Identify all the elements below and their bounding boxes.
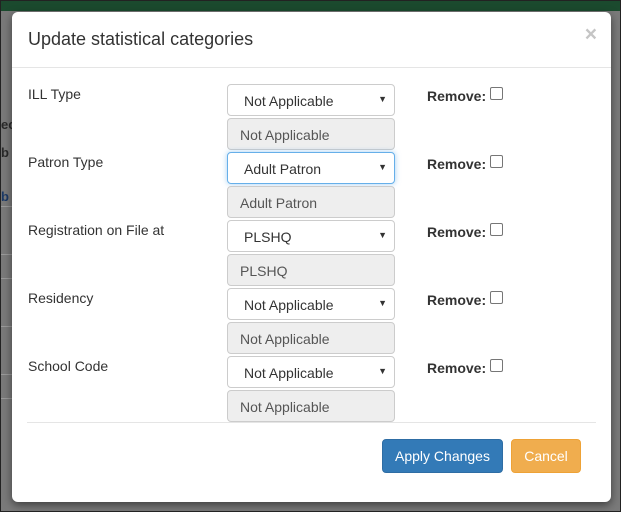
remove-checkbox[interactable] xyxy=(490,291,503,304)
select-value: PLSHQ xyxy=(244,229,292,245)
chevron-down-icon: ▼ xyxy=(378,230,387,240)
cancel-button[interactable]: Cancel xyxy=(511,439,581,473)
current-value-field: Not Applicable xyxy=(227,390,395,422)
stat-cat-select[interactable]: Adult Patron ▼ xyxy=(227,152,395,184)
chevron-down-icon: ▼ xyxy=(378,162,387,172)
current-value: PLSHQ xyxy=(240,263,288,279)
current-value: Not Applicable xyxy=(240,331,330,347)
apply-changes-button[interactable]: Apply Changes xyxy=(382,439,503,473)
stat-cat-row: Registration on File at PLSHQ ▼ PLSHQ Re… xyxy=(12,220,611,288)
stat-cat-label: School Code xyxy=(28,358,109,374)
remove-checkbox[interactable] xyxy=(490,87,503,100)
update-stat-cats-modal: Update statistical categories × ILL Type… xyxy=(12,12,611,502)
chevron-down-icon: ▼ xyxy=(378,366,387,376)
stat-cat-row: Residency Not Applicable ▼ Not Applicabl… xyxy=(12,288,611,356)
stat-cat-row: School Code Not Applicable ▼ Not Applica… xyxy=(12,356,611,424)
stat-cat-select[interactable]: Not Applicable ▼ xyxy=(227,288,395,320)
remove-label: Remove: xyxy=(427,360,487,376)
select-value: Not Applicable xyxy=(244,365,334,381)
remove-label: Remove: xyxy=(427,156,487,172)
remove-checkbox[interactable] xyxy=(490,223,503,236)
remove-checkbox[interactable] xyxy=(490,359,503,372)
stat-cat-select[interactable]: PLSHQ ▼ xyxy=(227,220,395,252)
remove-label: Remove: xyxy=(427,292,487,308)
stat-cat-label: ILL Type xyxy=(28,86,81,102)
stat-cat-label: Patron Type xyxy=(28,154,104,170)
stat-cat-select[interactable]: Not Applicable ▼ xyxy=(227,84,395,116)
stat-cat-label: Registration on File at xyxy=(28,222,165,238)
current-value: Adult Patron xyxy=(240,195,318,211)
remove-label: Remove: xyxy=(427,224,487,240)
close-icon[interactable]: × xyxy=(585,24,597,45)
current-value-field: PLSHQ xyxy=(227,254,395,286)
modal-title: Update statistical categories xyxy=(28,29,254,49)
stat-cat-select[interactable]: Not Applicable ▼ xyxy=(227,356,395,388)
select-value: Not Applicable xyxy=(244,297,334,313)
chevron-down-icon: ▼ xyxy=(378,94,387,104)
select-value: Adult Patron xyxy=(244,161,322,177)
footer-divider xyxy=(27,422,596,423)
current-value: Not Applicable xyxy=(240,127,330,143)
background-text-fragment: b xyxy=(1,189,9,204)
stat-cat-label: Residency xyxy=(28,290,94,306)
stat-cat-row: ILL Type Not Applicable ▼ Not Applicable… xyxy=(12,84,611,152)
current-value-field: Adult Patron xyxy=(227,186,395,218)
chevron-down-icon: ▼ xyxy=(378,298,387,308)
select-value: Not Applicable xyxy=(244,93,334,109)
current-value-field: Not Applicable xyxy=(227,118,395,150)
stat-cat-row: Patron Type Adult Patron ▼ Adult Patron … xyxy=(12,152,611,220)
background-text-fragment: b xyxy=(1,145,9,160)
remove-checkbox[interactable] xyxy=(490,155,503,168)
modal-header: Update statistical categories × xyxy=(12,12,611,68)
remove-label: Remove: xyxy=(427,88,487,104)
current-value: Not Applicable xyxy=(240,399,330,415)
background-header-bar xyxy=(1,1,620,11)
screenshot-frame: ec b b Update statistical categories × I… xyxy=(0,0,621,512)
current-value-field: Not Applicable xyxy=(227,322,395,354)
